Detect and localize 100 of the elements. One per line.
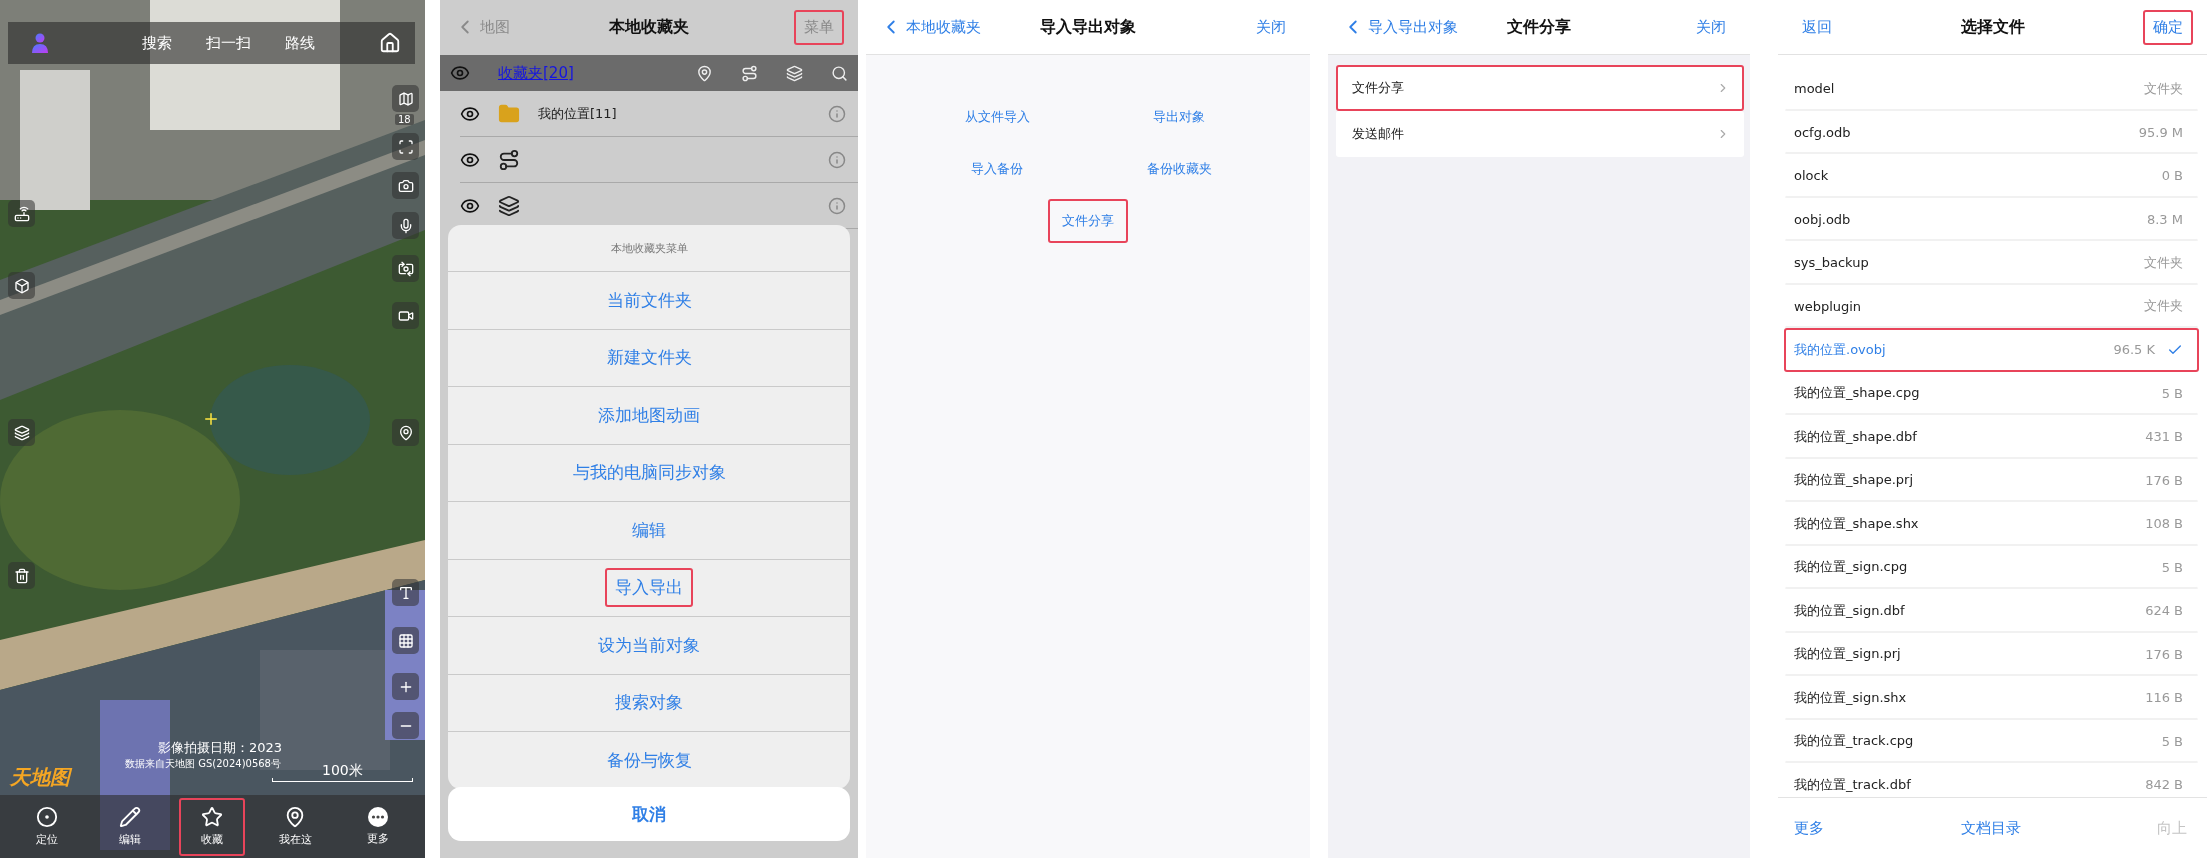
router-icon[interactable]	[8, 200, 35, 227]
file-size: 8.3 M	[2146, 211, 2183, 227]
cube-icon[interactable]	[8, 272, 35, 299]
star-icon	[201, 806, 224, 828]
top-tab[interactable]: 路线	[285, 33, 315, 53]
file-name: sys_backup	[1794, 255, 1870, 271]
tab-button[interactable]: 编辑	[96, 797, 163, 856]
screen-title: 本地收藏夹	[609, 16, 689, 38]
zoom-out-icon[interactable]	[392, 712, 419, 739]
camera-icon[interactable]	[392, 172, 419, 199]
file-row[interactable]: 我的位置_sign.cpg 5 B	[1784, 545, 2199, 589]
menu-item[interactable]: 设为当前对象	[588, 625, 710, 665]
file-size: 431 B	[2145, 429, 2183, 445]
fullscreen-icon[interactable]	[392, 133, 419, 160]
close-button[interactable]: 关闭	[1686, 9, 1736, 45]
sheet-title: 本地收藏夹菜单	[609, 240, 689, 257]
file-size: 95.9 M	[2138, 124, 2183, 140]
footer-button[interactable]: 更多	[1788, 817, 1830, 839]
menu-button[interactable]: 菜单	[794, 9, 844, 45]
route-icon[interactable]	[741, 64, 758, 82]
tab-button[interactable]: 收藏	[179, 797, 246, 856]
menu-item[interactable]: 与我的电脑同步对象	[562, 453, 736, 493]
capture-date: 影像拍摄日期：2023	[158, 739, 283, 757]
file-row[interactable]: olock 0 B	[1784, 154, 2199, 198]
file-row[interactable]: 我的位置.ovobj 96.5 K	[1784, 328, 2199, 372]
file-row[interactable]: 我的位置_sign.shx 116 B	[1784, 676, 2199, 720]
list-item[interactable]: 发送邮件	[1336, 111, 1744, 157]
file-name: 我的位置_shape.shx	[1794, 514, 1920, 533]
file-size: 96.5 K	[2113, 342, 2155, 358]
tab-button[interactable]: 定位	[14, 797, 81, 856]
file-row[interactable]: 我的位置_shape.shx 108 B	[1784, 502, 2199, 546]
option-button[interactable]: 备份收藏夹	[1138, 147, 1220, 191]
list-item[interactable]: 文件分享	[1336, 65, 1744, 111]
file-row[interactable]: 我的位置_shape.dbf 431 B	[1784, 415, 2199, 459]
file-size: 5 B	[2161, 733, 2183, 749]
file-size: 文件夹	[2144, 297, 2183, 316]
microphone-icon[interactable]	[392, 212, 419, 239]
home-icon[interactable]	[379, 32, 401, 54]
file-row[interactable]: sys_backup 文件夹	[1784, 241, 2199, 285]
close-button[interactable]: 关闭	[1246, 9, 1296, 45]
menu-item[interactable]: 编辑	[622, 510, 676, 550]
file-row[interactable]: 我的位置_shape.prj 176 B	[1784, 458, 2199, 502]
top-tab[interactable]: 搜索	[142, 33, 172, 53]
option-button[interactable]: 导入备份	[963, 147, 1031, 191]
file-row[interactable]: ocfg.odb 95.9 M	[1784, 110, 2199, 154]
option-button[interactable]: 导出对象	[1145, 95, 1213, 139]
file-name: model	[1794, 81, 1836, 97]
file-size: 5 B	[2161, 385, 2183, 401]
shape-icon[interactable]	[786, 64, 803, 82]
location-pin-icon[interactable]	[392, 419, 419, 446]
pin-icon[interactable]	[696, 64, 713, 82]
grid-icon[interactable]	[392, 627, 419, 654]
file-size: 108 B	[2145, 516, 2183, 532]
route-icon	[498, 148, 520, 171]
target-icon	[36, 806, 59, 828]
menu-item[interactable]: 搜索对象	[605, 683, 693, 723]
file-row[interactable]: oobj.odb 8.3 M	[1784, 197, 2199, 241]
file-row[interactable]: model 文件夹	[1784, 67, 2199, 111]
cancel-button[interactable]: 取消	[448, 787, 850, 841]
row-label: 我的位置[11]	[538, 104, 618, 123]
footer-button[interactable]: 文档目录	[1954, 817, 2027, 839]
video-icon[interactable]	[392, 302, 419, 329]
file-row[interactable]: 我的位置_sign.dbf 624 B	[1784, 589, 2199, 633]
search-icon[interactable]	[831, 64, 848, 82]
back-button[interactable]: 地图	[454, 16, 510, 38]
menu-item[interactable]: 添加地图动画	[588, 395, 710, 435]
menu-item[interactable]: 导入导出	[605, 568, 693, 608]
favorite-row[interactable]: 我的位置[11]	[460, 91, 858, 137]
file-size: 842 B	[2145, 777, 2183, 793]
back-button[interactable]: 本地收藏夹	[880, 16, 981, 38]
scale-label: 100米	[322, 762, 363, 780]
file-row[interactable]: 我的位置_shape.cpg 5 B	[1784, 371, 2199, 415]
map-icon[interactable]	[392, 85, 419, 112]
file-row[interactable]: 我的位置_track.cpg 5 B	[1784, 719, 2199, 763]
back-button[interactable]: 返回	[1792, 9, 1842, 45]
tab-button[interactable]: 更多	[344, 797, 411, 856]
option-button[interactable]: 文件分享	[1048, 199, 1128, 243]
file-size: 176 B	[2145, 472, 2183, 488]
rotate-camera-icon[interactable]	[392, 255, 419, 282]
menu-item[interactable]: 新建文件夹	[596, 338, 702, 378]
menu-item[interactable]: 备份与恢复	[596, 740, 702, 780]
file-size: 624 B	[2145, 603, 2183, 619]
text-icon[interactable]	[392, 579, 419, 606]
file-row[interactable]: 我的位置_track.dbf 842 B	[1784, 763, 2199, 797]
back-button[interactable]: 导入导出对象	[1342, 16, 1458, 38]
tab-button[interactable]: 我在这	[262, 797, 329, 856]
layers-icon[interactable]	[8, 419, 35, 446]
file-name: olock	[1794, 168, 1830, 184]
menu-item[interactable]: 当前文件夹	[596, 280, 702, 320]
file-size: 176 B	[2145, 646, 2183, 662]
file-row[interactable]: webplugin 文件夹	[1784, 284, 2199, 328]
file-row[interactable]: 我的位置_sign.prj 176 B	[1784, 632, 2199, 676]
file-name: 我的位置_shape.dbf	[1794, 427, 1918, 446]
top-tab[interactable]: 扫一扫	[206, 33, 251, 53]
option-button[interactable]: 从文件导入	[956, 95, 1038, 139]
confirm-button[interactable]: 确定	[2143, 9, 2193, 45]
zoom-in-icon[interactable]	[392, 673, 419, 700]
trash-icon[interactable]	[8, 562, 35, 589]
file-size: 0 B	[2161, 168, 2183, 184]
crosshair-icon	[202, 410, 220, 428]
